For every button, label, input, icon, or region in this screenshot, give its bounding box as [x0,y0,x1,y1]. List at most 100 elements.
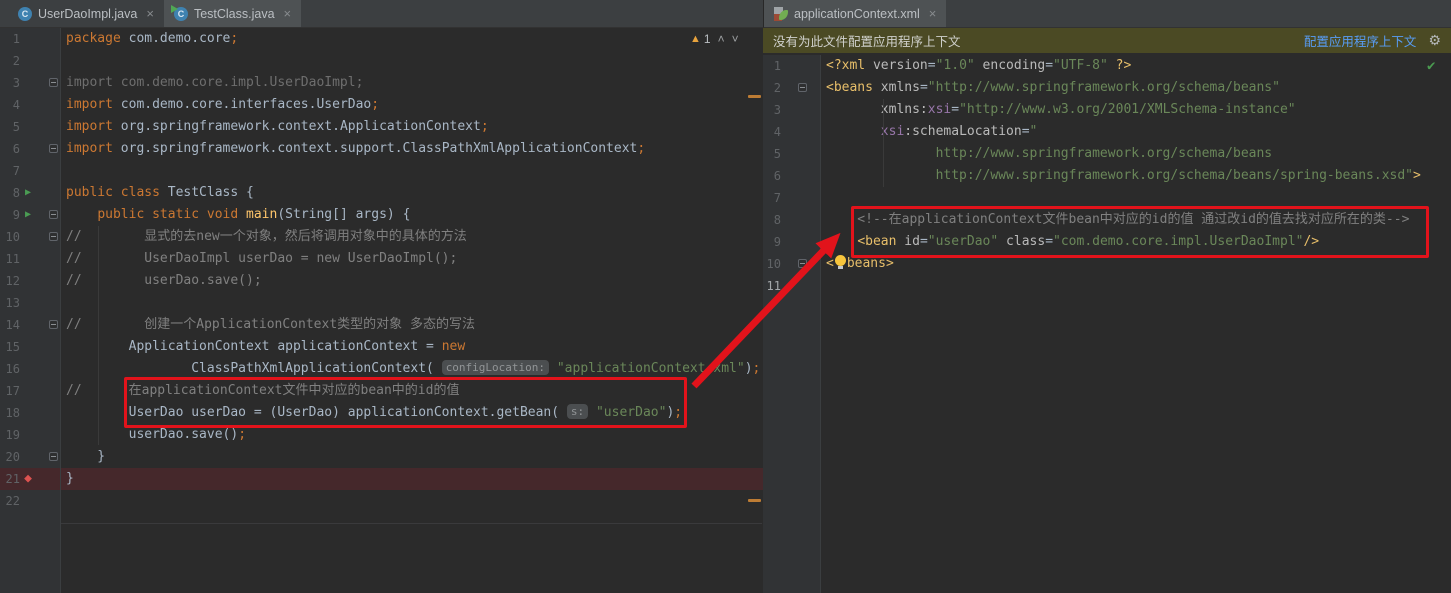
code-text[interactable] [61,292,763,314]
line-number[interactable]: 6 [0,138,20,160]
code-line[interactable]: 2 <beans xmlns="http://www.springframewor… [763,77,1451,99]
code-text[interactable]: import com.demo.core.impl.UserDaoImpl; [61,72,763,94]
close-icon[interactable]: × [146,6,154,21]
fold-icon[interactable] [49,210,58,219]
editor-right[interactable]: 1 <?xml version="1.0" encoding="UTF-8" ?>… [763,55,1451,297]
code-line[interactable]: 8 ▶ public class TestClass { [0,182,763,204]
intention-bulb-icon[interactable] [834,255,847,269]
gutter-cell[interactable]: 4 [763,121,821,143]
line-number[interactable]: 4 [765,121,781,143]
code-text[interactable] [61,160,763,182]
code-text[interactable]: } [61,468,763,490]
gutter-cell[interactable]: 18 [0,402,61,424]
code-text[interactable]: // userDao.save(); [61,270,763,292]
code-line[interactable]: 13 [0,292,763,314]
gutter-cell[interactable]: 6 [763,165,821,187]
code-text[interactable]: <bean id="userDao" class="com.demo.core.… [821,231,1451,253]
gutter-cell[interactable]: 8 ▶ [0,182,61,204]
code-line[interactable]: 17 // 在applicationContext文件中对应的bean中的id的值 [0,380,763,402]
line-number[interactable]: 9 [0,204,20,226]
line-number[interactable]: 8 [0,182,20,204]
fold-icon[interactable] [49,232,58,241]
next-warning-chevron-down-icon[interactable]: ˅ [732,32,739,46]
gutter-cell[interactable]: 7 [0,160,61,182]
tab-testclass-java[interactable]: C TestClass.java × [163,0,302,27]
line-number[interactable]: 21 [0,468,20,490]
code-text[interactable]: http://www.springframework.org/schema/be… [821,143,1451,165]
gutter-cell[interactable]: 3 [763,99,821,121]
gutter-cell[interactable]: 15 [0,336,61,358]
line-number[interactable]: 18 [0,402,20,424]
code-line[interactable]: 21 ◆} [0,468,763,490]
code-text[interactable] [61,50,763,72]
close-icon[interactable]: × [284,6,292,21]
code-line[interactable]: 4 xsi:schemaLocation=" [763,121,1451,143]
code-line[interactable]: 18 UserDao userDao = (UserDao) applicati… [0,402,763,424]
code-text[interactable]: package com.demo.core; [61,28,763,50]
code-line[interactable]: 12 // userDao.save(); [0,270,763,292]
code-text[interactable]: // 创建一个ApplicationContext类型的对象 多态的写法 [61,314,763,336]
line-number[interactable]: 6 [765,165,781,187]
code-line[interactable]: 1 <?xml version="1.0" encoding="UTF-8" ?> [763,55,1451,77]
prev-warning-chevron-up-icon[interactable]: ˄ [718,32,725,46]
code-text[interactable]: } [61,446,763,468]
line-number[interactable]: 7 [0,160,20,182]
code-line[interactable]: 5 import org.springframework.context.Appl… [0,116,763,138]
gutter-cell[interactable]: 16 [0,358,61,380]
code-line[interactable]: 6 http://www.springframework.org/schema/… [763,165,1451,187]
code-line[interactable]: 9 ▶ public static void main(String[] args… [0,204,763,226]
fold-icon[interactable] [49,452,58,461]
gutter-cell[interactable]: 10 [0,226,61,248]
inspections-widget[interactable]: ▲ 1 ˄ ˅ [690,28,739,50]
line-number[interactable]: 1 [765,55,781,77]
line-number[interactable]: 3 [0,72,20,94]
code-text[interactable]: ClassPathXmlApplicationContext( configLo… [61,358,763,380]
line-number[interactable]: 22 [0,490,20,512]
line-number[interactable]: 8 [765,209,781,231]
gutter-cell[interactable]: 12 [0,270,61,292]
gutter-cell[interactable]: 17 [0,380,61,402]
gutter-cell[interactable]: 1 [0,28,61,50]
code-text[interactable]: userDao.save(); [61,424,763,446]
fold-icon[interactable] [49,78,58,87]
line-number[interactable]: 19 [0,424,20,446]
gutter-cell[interactable]: 2 [0,50,61,72]
scrollbar-warning-mark[interactable] [748,95,761,98]
line-number[interactable]: 5 [0,116,20,138]
code-line[interactable]: 9 <bean id="userDao" class="com.demo.cor… [763,231,1451,253]
settings-gear-icon[interactable]: ⚙ [1428,32,1441,49]
code-line[interactable]: 10 // 显式的去new一个对象，然后将调用对象中的具体的方法 [0,226,763,248]
line-number[interactable]: 1 [0,28,20,50]
gutter-cell[interactable]: 11 [0,248,61,270]
code-line[interactable]: 7 [0,160,763,182]
code-line[interactable]: 14 // 创建一个ApplicationContext类型的对象 多态的写法 [0,314,763,336]
gutter-cell[interactable]: 22 [0,490,61,512]
fold-icon[interactable] [798,83,807,92]
breakpoint-icon[interactable]: ◆ [20,468,36,490]
code-line[interactable]: 7 [763,187,1451,209]
gutter-cell[interactable]: 20 [0,446,61,468]
line-number[interactable]: 14 [0,314,20,336]
gutter-cell[interactable]: 8 [763,209,821,231]
code-line[interactable]: 8 <!--在applicationContext文件bean中对应的id的值 … [763,209,1451,231]
code-line[interactable]: 15 ApplicationContext applicationContext… [0,336,763,358]
code-text[interactable]: < beans> [821,253,1451,275]
gutter-cell[interactable]: 4 [0,94,61,116]
code-text[interactable]: import com.demo.core.interfaces.UserDao; [61,94,763,116]
code-text[interactable]: // 在applicationContext文件中对应的bean中的id的值 [61,380,763,402]
code-text[interactable]: import org.springframework.context.suppo… [61,138,763,160]
gutter-cell[interactable]: 14 [0,314,61,336]
fold-icon[interactable] [49,320,58,329]
gutter-cell[interactable]: 2 [763,77,821,99]
code-text[interactable]: xmlns:xsi="http://www.w3.org/2001/XMLSch… [821,99,1451,121]
gutter-cell[interactable]: 21 ◆ [0,468,61,490]
gutter-cell[interactable]: 9 [763,231,821,253]
inspection-ok-check-icon[interactable]: ✔ [1427,58,1435,74]
run-icon[interactable]: ▶ [20,204,36,226]
tab-applicationcontext-xml[interactable]: applicationContext.xml × [764,0,947,27]
code-text[interactable]: xsi:schemaLocation=" [821,121,1451,143]
code-text[interactable]: <?xml version="1.0" encoding="UTF-8" ?> [821,55,1451,77]
code-text[interactable]: <beans xmlns="http://www.springframework… [821,77,1451,99]
line-number[interactable]: 17 [0,380,20,402]
code-text[interactable]: public static void main(String[] args) { [61,204,763,226]
